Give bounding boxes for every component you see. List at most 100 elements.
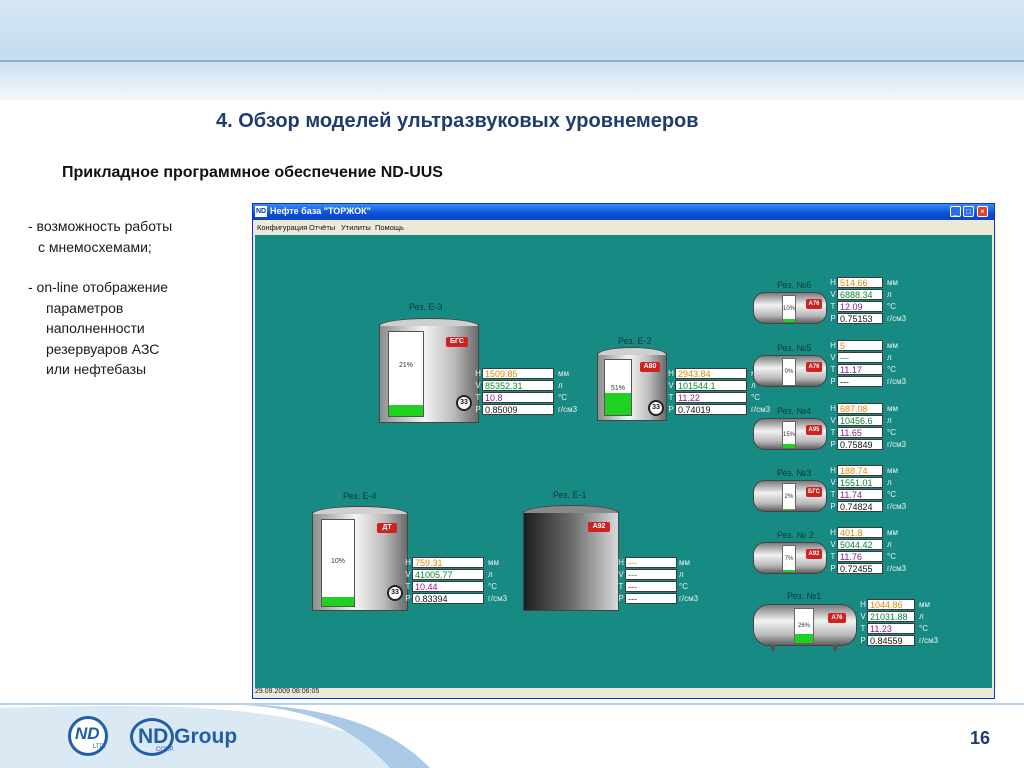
tank-e3[interactable]: 21% БГС 33	[379, 318, 479, 423]
level-value: 687.08	[837, 403, 883, 414]
fuel-badge: А76	[806, 299, 822, 309]
level-gauge: 26%	[794, 608, 814, 644]
volume-value: 101544.1	[675, 380, 747, 391]
minimize-button[interactable]: _	[950, 206, 961, 217]
fill-percent: 51%	[610, 385, 625, 392]
density-value: 0.84559	[867, 635, 915, 646]
fuel-badge: ДТ	[377, 523, 397, 533]
fill-percent: 0%	[784, 369, 794, 375]
tank-e1[interactable]: А92	[523, 505, 619, 611]
close-button[interactable]: ×	[977, 206, 988, 217]
volume-value: 6888.34	[837, 289, 883, 300]
level-gauge: 15%	[782, 421, 796, 449]
slide-title: 4. Обзор моделей ультразвуковых уровнеме…	[216, 110, 699, 132]
flow-meter-icon: 33	[387, 585, 403, 601]
bullet-text: резервуаров АЗС	[46, 340, 160, 357]
level-value: ---	[625, 557, 677, 568]
header-line	[0, 60, 1024, 62]
level-value: 2943.84	[675, 368, 747, 379]
volume-value: 85352.31	[482, 380, 554, 391]
temperature-value: 11.17	[837, 364, 883, 375]
nd-group-logo: ND Group CORP.	[130, 716, 250, 760]
temperature-value: 10.8	[482, 392, 554, 403]
bullet-text: - возможность работы	[28, 218, 173, 234]
tank-4[interactable]: 15% А95	[753, 418, 827, 450]
bullet-text: - on-line отображение	[28, 279, 169, 295]
fuel-badge: А76	[828, 613, 846, 623]
temperature-value: 11.23	[867, 623, 915, 634]
volume-value: 41005.77	[412, 569, 484, 580]
bullet-text: с мнемосхемами;	[38, 238, 152, 255]
app-window: ND Нефте база "ТОРЖОК" _ □ × Конфигураци…	[252, 203, 995, 699]
fill-percent: 7%	[784, 556, 794, 562]
level-gauge: 2%	[782, 483, 796, 511]
volume-value: 5044.42	[837, 539, 883, 550]
tank-1[interactable]: 26% А76	[753, 604, 857, 646]
level-value: 1509.85	[482, 368, 554, 379]
fill-percent: 26%	[797, 623, 810, 629]
app-logo-icon: ND	[255, 206, 267, 217]
title-bar[interactable]: ND Нефте база "ТОРЖОК" _ □ ×	[253, 204, 994, 220]
volume-value: ---	[625, 569, 677, 580]
volume-value: 21031.88	[867, 611, 915, 622]
tank-label: Рез. №3	[777, 468, 812, 478]
level-value: 759.31	[412, 557, 484, 568]
tank-label: Рез. №1	[787, 591, 822, 601]
nd-ltd-logo: ND LTD.	[68, 716, 112, 760]
temperature-value: 11.65	[837, 427, 883, 438]
fuel-badge: А95	[806, 425, 822, 435]
density-value: 0.75849	[837, 439, 883, 450]
volume-value: 1551.01	[837, 477, 883, 488]
tank-3[interactable]: 2% БГС	[753, 480, 827, 512]
density-value: 0.74019	[675, 404, 747, 415]
tank-label: Рез. №5	[777, 343, 812, 353]
bullet-text: наполненности	[46, 320, 145, 336]
mnemonic-canvas: Рез. Е-3 21% БГС 33 H 1509.85 мм V 85352.31…	[255, 235, 992, 688]
tank-label: Рез. №6	[777, 280, 812, 290]
tank-e2[interactable]: 51% А80 33	[597, 347, 667, 421]
density-value: 0.75153	[837, 313, 883, 324]
slide-subtitle: Прикладное программное обеспечение ND-UU…	[62, 164, 443, 181]
level-value: 401.8	[837, 527, 883, 538]
menu-configuration[interactable]: Конфигурация	[257, 223, 307, 232]
fill-percent: 15%	[783, 432, 796, 438]
level-gauge: 10%	[321, 519, 355, 607]
fuel-badge: А92	[588, 522, 610, 532]
temperature-value: 12.09	[837, 301, 883, 312]
flow-meter-icon: 33	[648, 400, 664, 416]
status-datetime: 29.09.2009 08:06:05	[255, 688, 320, 695]
temperature-value: 11.22	[675, 392, 747, 403]
tank-label: Рез. Е-1	[553, 490, 587, 500]
density-value: 0.83394	[412, 593, 484, 604]
menu-reports[interactable]: Отчёты	[309, 223, 335, 232]
menu-bar: Конфигурация Отчёты Утилиты Помощь	[253, 220, 994, 234]
tank-6[interactable]: 10% А76	[753, 292, 827, 324]
fill-percent: 2%	[784, 494, 794, 500]
volume-value: ---	[837, 352, 883, 363]
density-value: 0.85009	[482, 404, 554, 415]
density-value: 0.72455	[837, 563, 883, 574]
maximize-button[interactable]: □	[963, 206, 974, 217]
tank-label: Рез. № 2	[777, 530, 814, 540]
volume-value: 10456.6	[837, 415, 883, 426]
temperature-value: 11.74	[837, 489, 883, 500]
bullet-text: или нефтебазы	[46, 361, 147, 377]
temperature-value: ---	[625, 581, 677, 592]
menu-utilities[interactable]: Утилиты	[341, 223, 371, 232]
tank-2[interactable]: 7% А92	[753, 542, 827, 574]
tank-label: Рез. Е-2	[618, 336, 652, 346]
level-value: 5	[837, 340, 883, 351]
density-value: ---	[837, 376, 883, 387]
window-title: Нефте база "ТОРЖОК"	[270, 206, 371, 216]
level-gauge: 7%	[782, 545, 796, 573]
tank-e4[interactable]: 10% ДТ 33	[312, 506, 408, 611]
level-gauge: 0%	[782, 358, 796, 386]
tank-label: Рез. №4	[777, 406, 812, 416]
flow-meter-icon: 33	[456, 395, 472, 411]
fuel-badge: А92	[806, 549, 822, 559]
fill-percent: 10%	[783, 306, 796, 312]
fuel-badge: БГС	[446, 337, 468, 347]
menu-help[interactable]: Помощь	[375, 223, 404, 232]
tank-5[interactable]: 0% А76	[753, 355, 827, 387]
temperature-value: 10.44	[412, 581, 484, 592]
